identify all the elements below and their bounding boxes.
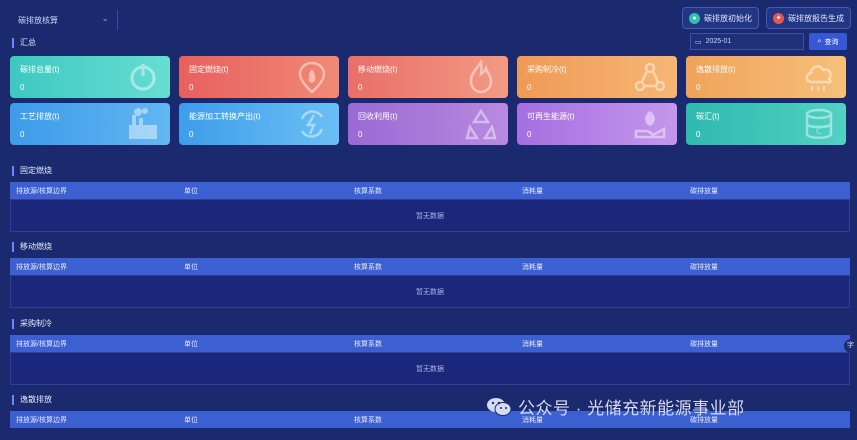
org-select-value: 碳排放核算 bbox=[18, 15, 58, 25]
fire-icon bbox=[469, 60, 493, 94]
table-header-cell[interactable]: 排放源/核算边界 bbox=[16, 415, 67, 425]
energy-cycle-icon bbox=[300, 110, 324, 138]
table-section-title: 逸散排放 bbox=[12, 395, 52, 405]
summary-card: 移动燃烧(t) 0 bbox=[348, 56, 508, 98]
table-header-row: 排放源/核算边界 单位 核算系数 消耗量 碳排放量 bbox=[10, 258, 850, 275]
table-header-cell[interactable]: 核算系数 bbox=[354, 262, 382, 272]
summary-card: 能源加工转换产出(t) 0 bbox=[179, 103, 339, 145]
month-picker[interactable]: ▭ 2025-01 bbox=[690, 33, 804, 50]
query-label: 查询 bbox=[824, 38, 839, 46]
org-select[interactable]: 碳排放核算 ⌄ bbox=[12, 10, 118, 30]
cloud-icon bbox=[805, 65, 832, 91]
summary-card: 碳排总量(t) 0 bbox=[10, 56, 170, 98]
summary-card: 固定燃烧(t) 0 bbox=[179, 56, 339, 98]
month-picker-value: 2025-01 bbox=[705, 38, 732, 45]
table-empty-row: 暂无数据 bbox=[10, 275, 850, 308]
side-tab[interactable]: 字 bbox=[844, 339, 857, 353]
table-header-cell[interactable]: 核算系数 bbox=[354, 415, 382, 425]
table-header-cell[interactable]: 碳排放量 bbox=[690, 186, 718, 196]
leaf-hand-icon bbox=[634, 111, 666, 139]
medal-icon: ✦ bbox=[773, 12, 784, 24]
calculator-icon: ● bbox=[689, 12, 700, 24]
summary-card: 碳汇(t) 0 C bbox=[686, 103, 846, 145]
table-header-row: 排放源/核算边界 单位 核算系数 消耗量 碳排放量 bbox=[10, 182, 850, 199]
top-bar: 碳排放核算 ⌄ ● 碳排放初始化 ✦ 碳排放报告生成 bbox=[0, 0, 857, 36]
summary-card: 工艺排放(t) 0 bbox=[10, 103, 170, 145]
table-header-cell[interactable]: 排放源/核算边界 bbox=[16, 262, 67, 272]
table-header-cell[interactable]: 碳排放量 bbox=[690, 339, 718, 349]
table-header-cell[interactable]: 单位 bbox=[184, 339, 198, 349]
query-button[interactable]: ⌕ 查询 bbox=[809, 33, 847, 50]
table-header-cell[interactable]: 核算系数 bbox=[354, 339, 382, 349]
table-header-cell[interactable]: 消耗量 bbox=[522, 262, 543, 272]
carbon-report-label: 碳排放报告生成 bbox=[788, 13, 844, 23]
watermark: 公众号 · 光储充新能源事业部 bbox=[486, 394, 745, 419]
table-header-cell[interactable]: 单位 bbox=[184, 415, 198, 425]
table-empty-row: 暂无数据 bbox=[10, 199, 850, 232]
summary-card: 可再生能源(t) 0 bbox=[517, 103, 677, 145]
carbon-report-button[interactable]: ✦ 碳排放报告生成 bbox=[766, 7, 851, 29]
table-header-cell[interactable]: 排放源/核算边界 bbox=[16, 339, 67, 349]
flame-pin-icon bbox=[298, 61, 326, 94]
network-icon bbox=[634, 62, 666, 92]
table-empty-row: 暂无数据 bbox=[10, 352, 850, 385]
carbon-init-button[interactable]: ● 碳排放初始化 bbox=[682, 7, 759, 29]
chevron-down-icon: ⌄ bbox=[101, 13, 109, 23]
summary-card: 采购制冷(t) 0 bbox=[517, 56, 677, 98]
calendar-icon: ▭ bbox=[695, 38, 702, 46]
summary-cards: 碳排总量(t) 0 固定燃烧(t) 0 移动燃烧(t) 0 采购制冷(t) 0 逸散排放(t) 0… bbox=[10, 56, 847, 148]
empty-text: 暂无数据 bbox=[416, 365, 444, 373]
table-header-cell[interactable]: 单位 bbox=[184, 262, 198, 272]
search-icon: ⌕ bbox=[817, 37, 822, 45]
wechat-icon bbox=[487, 397, 512, 416]
carbon-init-label: 碳排放初始化 bbox=[704, 13, 752, 23]
table-section-title: 固定燃烧 bbox=[12, 166, 52, 176]
summary-card: 逸散排放(t) 0 bbox=[686, 56, 846, 98]
table-header-cell[interactable]: 碳排放量 bbox=[690, 262, 718, 272]
table-header-cell[interactable]: 单位 bbox=[184, 186, 198, 196]
summary-card: 回收利用(t) 0 bbox=[348, 103, 508, 145]
table-header-row: 排放源/核算边界 单位 核算系数 消耗量 碳排放量 bbox=[10, 335, 850, 352]
database-icon: C bbox=[805, 108, 833, 139]
factory-icon bbox=[129, 108, 157, 139]
table-header-cell[interactable]: 核算系数 bbox=[354, 186, 382, 196]
table-header-cell[interactable]: 消耗量 bbox=[522, 339, 543, 349]
power-icon bbox=[130, 64, 156, 91]
empty-text: 暂无数据 bbox=[416, 288, 444, 296]
table-section-title: 采购制冷 bbox=[12, 319, 52, 329]
svg-text:C: C bbox=[816, 127, 822, 137]
table-header-cell[interactable]: 消耗量 bbox=[522, 186, 543, 196]
empty-text: 暂无数据 bbox=[416, 212, 444, 220]
recycle-icon bbox=[465, 108, 497, 140]
table-header-cell[interactable]: 排放源/核算边界 bbox=[16, 186, 67, 196]
summary-title: 汇总 bbox=[12, 38, 36, 48]
watermark-text: 公众号 · 光储充新能源事业部 bbox=[518, 399, 745, 418]
table-section-title: 移动燃烧 bbox=[12, 242, 52, 252]
